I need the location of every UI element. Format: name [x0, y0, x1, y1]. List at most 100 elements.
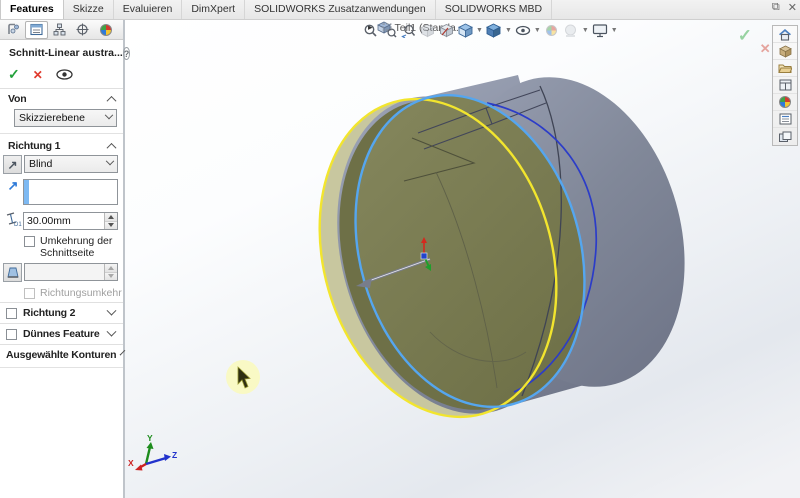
draft-outward-label: Richtungsumkehr [40, 287, 122, 299]
solidworks-window: { "ribbon": { "tabs": ["Features", "Skiz… [0, 0, 800, 498]
section-richtung1-header[interactable]: Richtung 1 [0, 136, 123, 154]
tab-skizze[interactable]: Skizze [64, 0, 114, 19]
section-von-header[interactable]: Von [0, 89, 123, 107]
confirm-cancel-icon[interactable]: ✕ [760, 41, 771, 57]
edit-appearance-icon[interactable] [544, 22, 560, 38]
ok-button[interactable]: ✓ [8, 66, 20, 83]
active-selection-bar [24, 180, 29, 204]
richtung2-checkbox[interactable] [6, 308, 17, 319]
svg-text:D1: D1 [14, 222, 22, 227]
tab-features[interactable]: Features [0, 0, 64, 19]
depth-spinner[interactable]: 30.00mm [23, 212, 118, 230]
end-condition-dropdown[interactable]: Blind [24, 155, 118, 173]
start-condition-dropdown[interactable]: Skizzierebene [14, 109, 117, 127]
manager-tab-strip [0, 20, 123, 40]
cursor [226, 360, 260, 394]
reverse-direction-button[interactable]: ↗ [3, 155, 22, 174]
view-settings-caret-icon[interactable]: ▼ [611, 27, 618, 34]
view-orientation-icon[interactable] [457, 22, 473, 38]
contours-label: Ausgewählte Konturen [6, 349, 116, 361]
property-manager-actions: ✓ ✕ [0, 63, 123, 89]
draft-row [0, 262, 123, 284]
custom-properties-icon[interactable] [773, 111, 797, 128]
triad-x-label: X [128, 458, 134, 468]
close-window-icon[interactable]: ✕ [788, 1, 797, 14]
direction-reference-row: ↗ [0, 178, 123, 207]
property-manager-header: Schnitt-Linear austra... ? [0, 40, 123, 63]
spin-up-button [105, 264, 117, 273]
confirmation-corner: ✓ ✕ [738, 26, 752, 46]
direction-reference-icon: ↗ [8, 179, 19, 192]
chevron-down-icon[interactable] [120, 349, 126, 355]
section-thin-feature-header[interactable]: Dünnes Feature [0, 323, 123, 344]
restore-window-icon[interactable]: ⧉ [772, 1, 780, 14]
zoom-fit-icon[interactable] [362, 22, 378, 38]
spin-up-button[interactable] [105, 213, 117, 222]
richtung2-label: Richtung 2 [23, 307, 75, 319]
draft-button[interactable] [3, 263, 22, 282]
file-explorer-icon[interactable] [773, 60, 797, 77]
ribbon-tab-bar: Features Skizze Evaluieren DimXpert SOLI… [0, 0, 800, 20]
design-library-icon[interactable] [773, 43, 797, 60]
section-view-icon[interactable] [419, 22, 435, 38]
confirm-ok-icon[interactable]: ✓ [738, 26, 752, 45]
preview-eye-icon[interactable] [56, 69, 73, 80]
apply-scene-caret-icon[interactable]: ▼ [582, 27, 589, 34]
section-contours-header[interactable]: Ausgewählte Konturen [0, 344, 123, 365]
help-icon[interactable]: ? [123, 47, 131, 60]
display-style-caret-icon[interactable]: ▼ [505, 27, 512, 34]
thin-feature-checkbox[interactable] [6, 329, 17, 340]
tab-dimxpert[interactable]: DimXpert [182, 0, 245, 19]
flip-side-label: Umkehrung der Schnittseite [40, 235, 119, 259]
appearances-scenes-icon[interactable] [773, 94, 797, 111]
display-style-icon[interactable] [486, 22, 502, 38]
tab-evaluieren[interactable]: Evaluieren [114, 0, 183, 19]
view-orientation-caret-icon[interactable]: ▼ [476, 27, 483, 34]
resources-home-icon[interactable] [773, 26, 797, 43]
hide-show-items-icon[interactable] [515, 22, 531, 38]
configuration-manager-tab-icon[interactable] [48, 21, 71, 39]
chevron-up-icon[interactable] [107, 142, 117, 152]
start-condition-value: Skizzierebene [19, 112, 85, 124]
task-pane-tabs [772, 25, 798, 146]
annotation-view-icon[interactable] [438, 22, 454, 38]
zoom-area-icon[interactable] [381, 22, 397, 38]
cancel-button[interactable]: ✕ [33, 68, 43, 82]
section-richtung2-header[interactable]: Richtung 2 [0, 302, 123, 323]
view-settings-icon[interactable] [592, 22, 608, 38]
graphics-viewport[interactable]: Y Z X ▸ Teil1 (Standa... [125, 20, 800, 498]
document-window-controls: ⧉ ✕ [772, 1, 797, 14]
document-compare-icon[interactable] [773, 128, 797, 145]
previous-view-icon[interactable] [400, 22, 416, 38]
chevron-up-icon[interactable] [107, 95, 117, 105]
tab-zusatzanwendungen[interactable]: SOLIDWORKS Zusatzanwendungen [245, 0, 436, 19]
view-palette-icon[interactable] [773, 77, 797, 94]
chevron-down-icon[interactable] [107, 326, 117, 336]
tab-mbd[interactable]: SOLIDWORKS MBD [436, 0, 552, 19]
flip-side-row: Umkehrung der Schnittseite [0, 232, 123, 262]
draft-angle-spinner [24, 263, 118, 281]
display-manager-tab-icon[interactable] [94, 21, 117, 39]
richtung1-label: Richtung 1 [8, 140, 60, 152]
depth-value[interactable]: 30.00mm [24, 213, 104, 229]
draft-icon [6, 266, 20, 279]
draft-outward-checkbox [24, 288, 35, 299]
property-manager-tab-icon[interactable] [25, 21, 48, 39]
spin-down-button [105, 273, 117, 281]
chevron-down-icon [105, 111, 113, 119]
feature-manager-tab-icon[interactable] [2, 21, 25, 39]
model-canvas: Y Z X [125, 20, 800, 498]
end-condition-value: Blind [29, 158, 52, 170]
reverse-direction-icon: ↗ [7, 159, 17, 171]
apply-scene-icon[interactable] [563, 22, 579, 38]
spin-down-button[interactable] [105, 222, 117, 230]
flip-side-checkbox[interactable] [24, 236, 35, 247]
direction-reference-selection-box[interactable] [23, 179, 118, 205]
end-condition-row: ↗ Blind [0, 154, 123, 176]
hide-show-caret-icon[interactable]: ▼ [534, 27, 541, 34]
draft-angle-value [25, 264, 104, 280]
property-manager-panel: Schnitt-Linear austra... ? ✓ ✕ Von Skizz… [0, 20, 125, 498]
dimxpert-manager-tab-icon[interactable] [71, 21, 94, 39]
draft-spin-buttons [104, 264, 117, 280]
chevron-down-icon[interactable] [107, 305, 117, 315]
